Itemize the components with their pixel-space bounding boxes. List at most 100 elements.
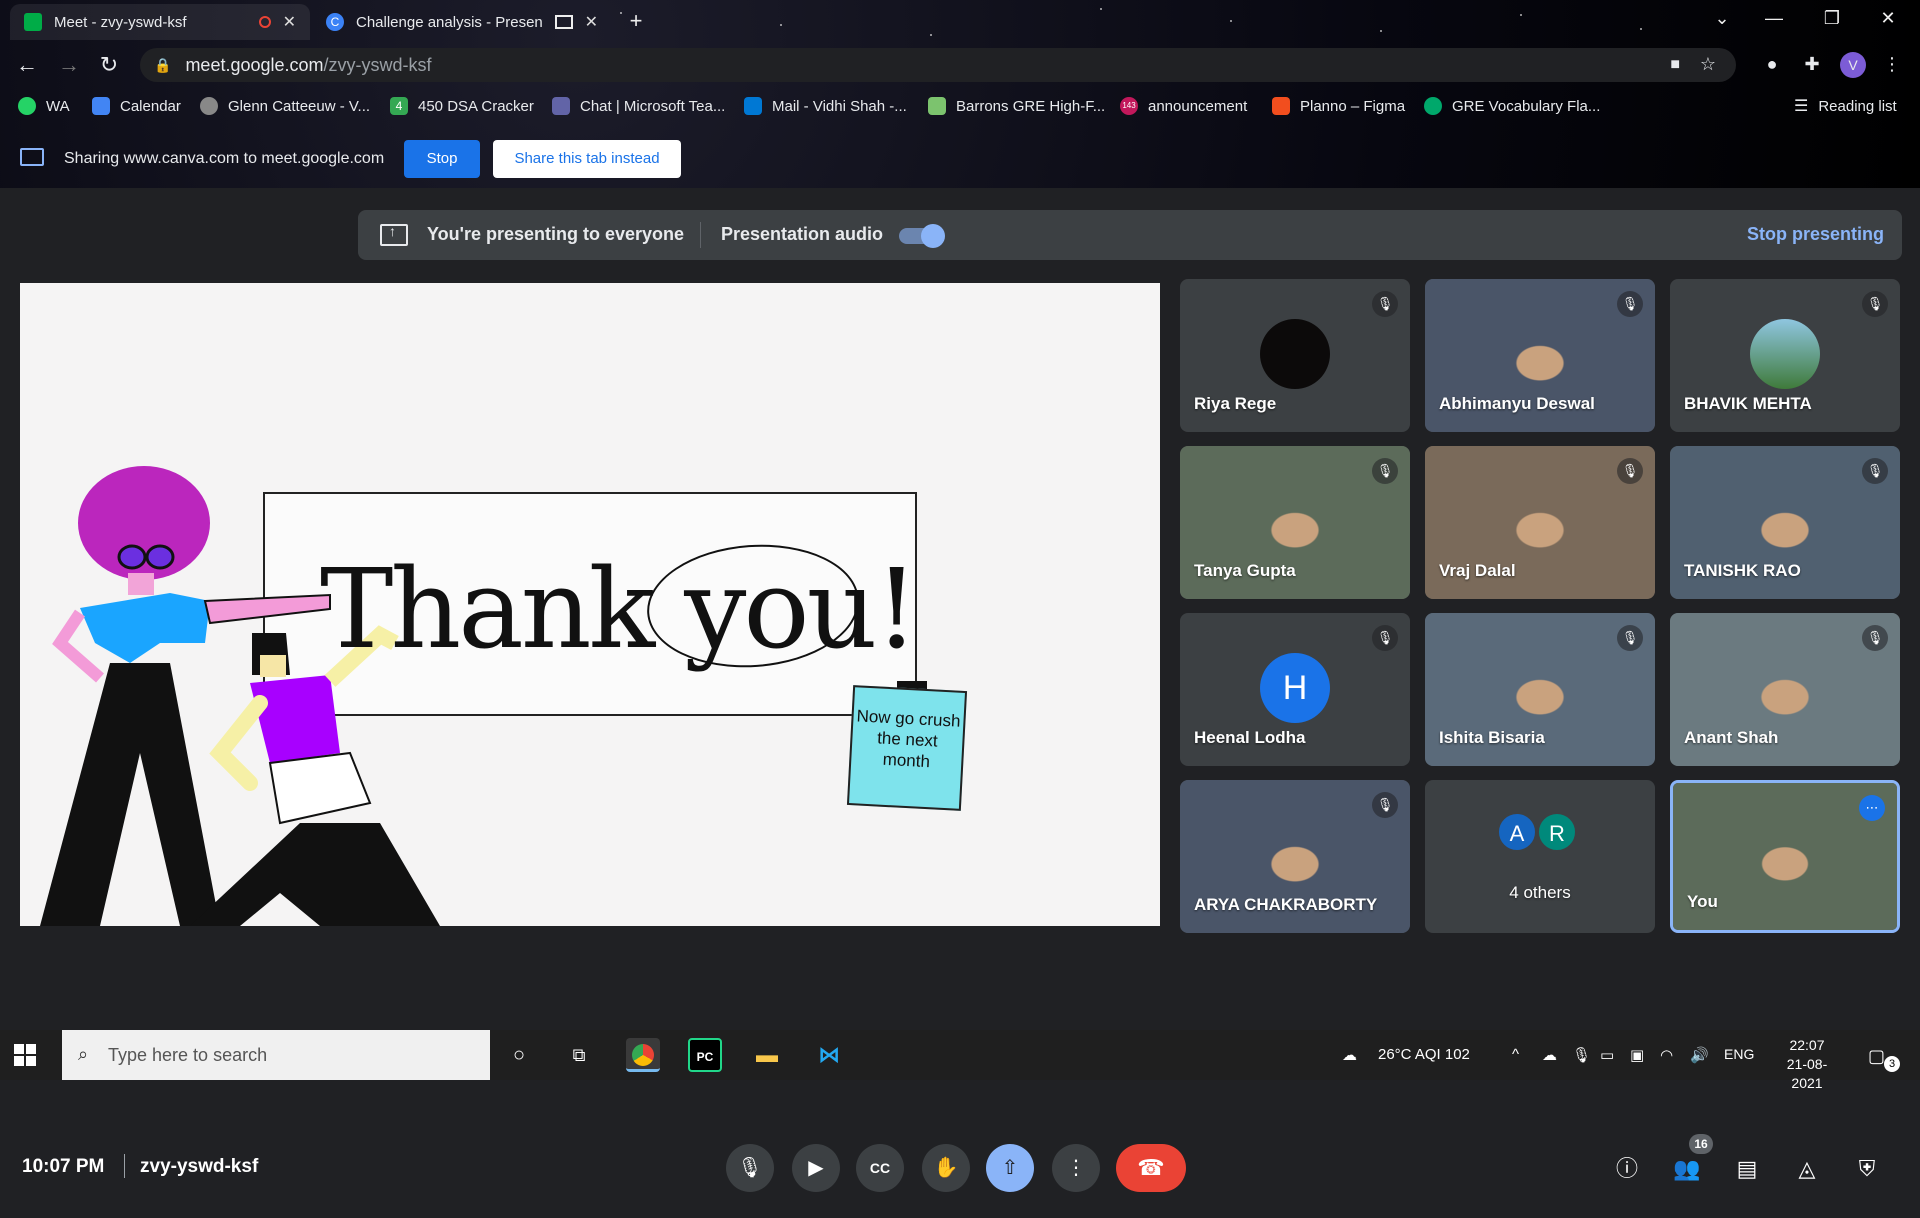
avatar: H — [1260, 653, 1330, 723]
wifi-icon[interactable]: ◠ — [1660, 1046, 1673, 1064]
bookmark-item[interactable]: GRE Vocabulary Fla... — [1424, 94, 1600, 118]
participant-name: Ishita Bisaria — [1439, 728, 1545, 747]
microphone-button[interactable]: 🎙 — [726, 1144, 774, 1192]
sticky-note: Now go crush the next month — [846, 685, 968, 811]
pycharm-icon[interactable]: PC — [688, 1038, 722, 1072]
bookmark-item[interactable]: Barrons GRE High-F... — [928, 94, 1105, 118]
host-controls-button[interactable]: ⛨ — [1852, 1154, 1882, 1184]
more-vert-icon: ⋮ — [1066, 1157, 1086, 1179]
volume-icon[interactable]: 🔊 — [1690, 1046, 1709, 1064]
calendar-icon — [92, 97, 110, 115]
bookmark-star-icon[interactable]: ☆ — [1700, 54, 1716, 75]
file-explorer-icon[interactable]: ▬ — [750, 1038, 784, 1072]
extension-icon[interactable]: ● — [1760, 52, 1784, 76]
weather-text[interactable]: 26°C AQI 102 — [1378, 1046, 1470, 1063]
stop-presenting-button[interactable]: Stop presenting — [1747, 224, 1884, 245]
sharing-infobar: Sharing www.canva.com to meet.google.com… — [0, 132, 1920, 188]
bookmark-item[interactable]: Mail - Vidhi Shah -... — [744, 94, 907, 118]
search-icon: ⌕ — [78, 1044, 89, 1064]
participant-tile[interactable]: Abhimanyu Deswal 🎙 — [1425, 279, 1655, 432]
participant-tile[interactable]: H Heenal Lodha 🎙 — [1180, 613, 1410, 766]
notification-count: 3 — [1884, 1056, 1900, 1072]
bookmark-item[interactable]: Glenn Catteeuw - V... — [200, 94, 370, 118]
notifications-icon[interactable]: ▢ — [1868, 1046, 1885, 1067]
tab-meet[interactable]: Meet - zvy-yswd-ksf ✕ — [10, 4, 310, 40]
info-icon: ⓘ — [1615, 1156, 1638, 1181]
participant-tile[interactable]: TANISHK RAO 🎙 — [1670, 446, 1900, 599]
captions-button[interactable]: CC — [856, 1144, 904, 1192]
presentation-audio-toggle[interactable] — [899, 224, 945, 248]
mic-tray-icon[interactable]: 🎙 — [1572, 1046, 1591, 1064]
onedrive-icon[interactable]: ☁ — [1542, 1046, 1557, 1064]
participant-tile[interactable]: BHAVIK MEHTA 🎙 — [1670, 279, 1900, 432]
bookmark-item[interactable]: Calendar — [92, 94, 181, 118]
chrome-taskbar-icon[interactable] — [626, 1038, 660, 1072]
hand-icon: ✋ — [933, 1157, 959, 1179]
back-button[interactable]: ← — [14, 52, 40, 78]
taskbar-clock[interactable]: 22:07 21-08-2021 — [1772, 1036, 1842, 1093]
captions-icon: CC — [869, 1160, 891, 1176]
present-now-button[interactable]: ⇧ — [986, 1144, 1034, 1192]
bookmark-item[interactable]: WA — [18, 94, 70, 118]
maximize-button[interactable]: ❐ — [1820, 8, 1844, 29]
stop-sharing-button[interactable]: Stop — [404, 140, 480, 178]
reload-button[interactable]: ↻ — [96, 52, 122, 78]
camera-button[interactable]: ▶ — [792, 1144, 840, 1192]
participant-tile[interactable]: Tanya Gupta 🎙 — [1180, 446, 1410, 599]
activities-button[interactable]: ◬ — [1792, 1154, 1822, 1184]
participant-tile[interactable]: Ishita Bisaria 🎙 — [1425, 613, 1655, 766]
bookmark-item[interactable]: Chat | Microsoft Tea... — [552, 94, 725, 118]
participant-tile[interactable]: ARYA CHAKRABORTY 🎙 — [1180, 780, 1410, 933]
vscode-icon[interactable]: ⋈ — [812, 1038, 846, 1072]
presentation-slide: Thank you! Now go crush the next month — [20, 283, 1160, 926]
people-button[interactable]: 👥 — [1672, 1154, 1702, 1184]
meeting-details-button[interactable]: ⓘ — [1612, 1154, 1642, 1184]
mic-off-icon: 🎙 — [1617, 625, 1643, 651]
outlook-icon — [744, 97, 762, 115]
menu-kebab-icon[interactable]: ⋮ — [1880, 52, 1904, 76]
battery-icon[interactable]: ▭ — [1600, 1046, 1614, 1064]
shield-icon: ⛨ — [1858, 1156, 1876, 1181]
address-bar[interactable]: 🔒 meet.google.com/zvy-yswd-ksf ■ ☆ — [140, 48, 1736, 82]
self-tile[interactable]: You ⋯ — [1670, 780, 1900, 933]
puzzle-icon[interactable]: ✚ — [1800, 52, 1824, 76]
close-window-button[interactable]: ✕ — [1876, 8, 1900, 29]
forward-button[interactable]: → — [56, 52, 82, 78]
language-indicator[interactable]: ENG — [1724, 1046, 1754, 1062]
tab-challenge-analysis[interactable]: C Challenge analysis - Presenta ✕ — [312, 4, 612, 40]
profile-avatar[interactable]: V — [1840, 52, 1866, 78]
task-view-icon[interactable]: ⧉ — [562, 1038, 596, 1072]
new-tab-button[interactable]: + — [624, 8, 648, 34]
tab-search-icon[interactable]: ⌄ — [1710, 8, 1734, 29]
leave-call-button[interactable]: ☎ — [1116, 1144, 1186, 1192]
bookmark-item[interactable]: 4 450 DSA Cracker — [390, 94, 534, 118]
more-options-icon[interactable]: ⋯ — [1859, 795, 1885, 821]
participant-tile[interactable]: Riya Rege 🎙 — [1180, 279, 1410, 432]
whatsapp-icon — [18, 97, 36, 115]
weather-icon[interactable]: ☁ — [1342, 1046, 1357, 1064]
more-options-button[interactable]: ⋮ — [1052, 1144, 1100, 1192]
participant-tile[interactable]: AR 4 others — [1425, 780, 1655, 933]
people-count-badge: 16 — [1689, 1134, 1713, 1154]
close-tab-icon[interactable]: ✕ — [283, 12, 296, 32]
bookmark-item[interactable]: Planno – Figma — [1272, 94, 1405, 118]
close-tab-icon[interactable]: ✕ — [585, 12, 598, 32]
cortana-icon[interactable]: ○ — [502, 1038, 536, 1072]
meet-favicon-icon — [24, 13, 42, 31]
avatar: R — [1537, 812, 1577, 852]
reading-list-button[interactable]: ☰ Reading list — [1794, 94, 1897, 118]
display-icon[interactable]: ▣ — [1630, 1046, 1644, 1064]
chat-button[interactable]: ▤ — [1732, 1154, 1762, 1184]
figma-icon — [1272, 97, 1290, 115]
participant-tile[interactable]: Vraj Dalal 🎙 — [1425, 446, 1655, 599]
share-this-tab-button[interactable]: Share this tab instead — [493, 140, 681, 178]
taskbar-search-box[interactable]: ⌕ Type here to search — [62, 1030, 490, 1080]
camera-icon[interactable]: ■ — [1670, 56, 1680, 74]
raise-hand-button[interactable]: ✋ — [922, 1144, 970, 1192]
minimize-button[interactable]: — — [1762, 8, 1786, 29]
bookmark-item[interactable]: 143 announcement — [1120, 94, 1247, 118]
start-button[interactable] — [14, 1044, 36, 1066]
tray-chevron-icon[interactable]: ^ — [1512, 1046, 1519, 1063]
present-icon — [380, 223, 408, 246]
participant-tile[interactable]: Anant Shah 🎙 — [1670, 613, 1900, 766]
